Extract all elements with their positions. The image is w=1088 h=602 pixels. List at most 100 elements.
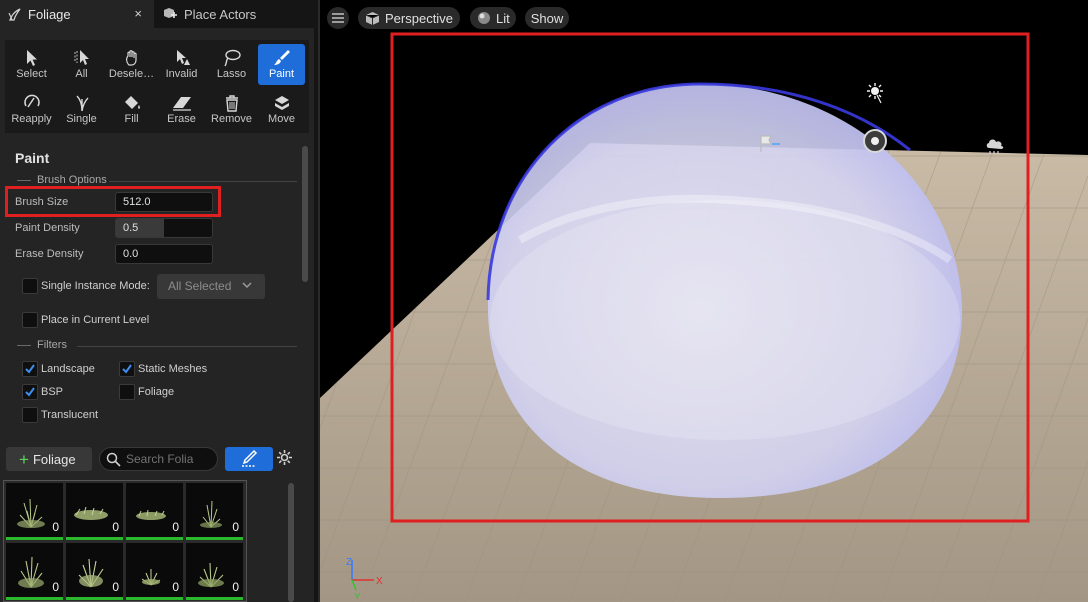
edit-pencil-icon	[242, 449, 258, 467]
paint-brush-icon	[273, 50, 290, 65]
filter-bsp-checkbox[interactable]	[22, 384, 38, 400]
tool-fill-label: Fill	[124, 113, 139, 125]
select-all-icon	[74, 50, 89, 65]
add-foliage-label: Foliage	[32, 451, 76, 467]
foliage-toolbar: + Foliage	[0, 445, 314, 475]
tool-move-label: Move	[268, 113, 295, 125]
erase-density-field[interactable]: 0.0	[115, 244, 213, 264]
lit-button[interactable]: Lit	[470, 7, 516, 29]
tile-count: 0	[232, 580, 239, 594]
perspective-button[interactable]: Perspective	[358, 7, 460, 29]
lasso-icon	[223, 49, 241, 67]
level-viewport[interactable]: Perspective Lit Show Z X Y	[318, 0, 1088, 602]
tab-foliage[interactable]: Foliage ×	[0, 0, 154, 28]
filter-static-meshes-checkbox[interactable]	[119, 361, 135, 377]
checkmark-icon	[25, 364, 35, 374]
hamburger-icon	[332, 13, 344, 23]
erase-density-value: 0.0	[123, 248, 139, 260]
tool-paint-label: Paint	[268, 68, 295, 80]
cube-icon	[365, 11, 380, 25]
checkmark-icon	[25, 387, 35, 397]
player-start-icon[interactable]	[758, 134, 782, 154]
tab-place-actors-label: Place Actors	[184, 6, 257, 22]
foliage-tile[interactable]: 0	[66, 543, 123, 600]
foliage-tile[interactable]: 0	[6, 543, 63, 600]
place-in-current-level-label: Place in Current Level	[41, 314, 150, 326]
viewport-menu-button[interactable]	[327, 7, 349, 29]
tool-single[interactable]: Single	[58, 89, 105, 130]
tool-remove[interactable]: Remove	[208, 89, 255, 130]
single-instance-mode-value: All Selected	[168, 279, 232, 293]
grass-thumbnail-icon	[78, 558, 104, 588]
brush-options-label: Brush Options	[37, 174, 107, 186]
place-in-current-level-checkbox[interactable]	[22, 312, 38, 328]
perspective-label: Perspective	[385, 10, 453, 26]
tool-invalid[interactable]: Invalid	[158, 44, 205, 85]
filters-header[interactable]: Filters	[17, 339, 297, 351]
brush-options-header[interactable]: Brush Options	[17, 174, 297, 186]
sun-light-icon[interactable]	[864, 82, 886, 104]
tab-place-actors[interactable]: Place Actors	[158, 0, 314, 28]
place-actors-icon	[164, 8, 177, 18]
tool-deselect[interactable]: Desele…	[108, 44, 155, 85]
foliage-leaf-icon	[8, 8, 21, 21]
foliage-tile[interactable]: 0	[126, 543, 183, 600]
tool-select-all[interactable]: All	[58, 44, 105, 85]
filter-landscape-checkbox[interactable]	[22, 361, 38, 377]
foliage-tile[interactable]: 0	[186, 543, 243, 600]
single-instance-label: Single Instance Mode:	[41, 280, 150, 292]
foliage-tile[interactable]: 0	[6, 483, 63, 540]
foliage-search[interactable]	[99, 447, 218, 471]
axis-gizmo: Z X Y	[346, 557, 383, 602]
search-input[interactable]	[126, 451, 214, 467]
reapply-icon	[23, 94, 40, 108]
erase-icon	[172, 97, 191, 111]
grass-thumbnail-icon	[141, 569, 161, 586]
paint-density-label: Paint Density	[15, 222, 80, 234]
single-instance-checkbox[interactable]	[22, 278, 38, 294]
tool-erase[interactable]: Erase	[158, 89, 205, 130]
invalid-icon	[176, 50, 190, 65]
add-foliage-button[interactable]: + Foliage	[6, 447, 92, 471]
settings-scrollbar[interactable]	[302, 146, 308, 282]
filter-static-meshes-label: Static Meshes	[138, 363, 208, 375]
close-tab-button[interactable]: ×	[134, 6, 142, 21]
tile-count: 0	[52, 520, 59, 534]
tool-fill[interactable]: Fill	[108, 89, 155, 130]
palette-scrollbar[interactable]	[288, 483, 294, 602]
tool-remove-label: Remove	[211, 113, 252, 125]
filter-translucent-checkbox[interactable]	[22, 407, 38, 423]
paint-section-title: Paint	[15, 150, 50, 166]
single-instance-mode-dropdown[interactable]: All Selected	[157, 274, 265, 299]
grass-thumbnail-icon	[200, 500, 222, 528]
tool-select-label: Select	[16, 68, 47, 80]
cloud-icon[interactable]	[984, 134, 1006, 156]
show-button[interactable]: Show	[525, 7, 569, 29]
axis-x-label: X	[376, 576, 383, 587]
filter-foliage-checkbox[interactable]	[119, 384, 135, 400]
foliage-tile[interactable]: 0	[66, 483, 123, 540]
trash-icon	[225, 95, 238, 112]
grass-thumbnail-icon	[18, 556, 44, 588]
tool-reapply[interactable]: Reapply	[8, 89, 55, 130]
edit-foliage-button[interactable]	[225, 447, 273, 471]
foliage-tile[interactable]: 0	[186, 483, 243, 540]
grass-thumbnail-icon	[198, 562, 224, 588]
tab-foliage-label: Foliage	[28, 6, 71, 22]
plus-icon: +	[19, 449, 29, 469]
foliage-tile[interactable]: 0	[126, 483, 183, 540]
tab-bar: Foliage × Place Actors	[0, 0, 314, 28]
tool-select[interactable]: Select	[8, 44, 55, 85]
tool-paint[interactable]: Paint	[258, 44, 305, 85]
tool-lasso[interactable]: Lasso	[208, 44, 255, 85]
brush-size-highlight	[5, 186, 221, 217]
grass-thumbnail-icon	[17, 498, 45, 528]
paint-density-slider[interactable]: 0.5	[115, 218, 213, 238]
axis-z-label: Z	[346, 557, 352, 568]
tool-reapply-label: Reapply	[11, 113, 52, 125]
gear-icon[interactable]	[276, 449, 293, 466]
sky-atmosphere-icon[interactable]	[858, 128, 892, 154]
tool-move[interactable]: Move	[258, 89, 305, 130]
filter-translucent-label: Translucent	[41, 409, 99, 421]
tool-deselect-label: Desele…	[108, 68, 155, 80]
